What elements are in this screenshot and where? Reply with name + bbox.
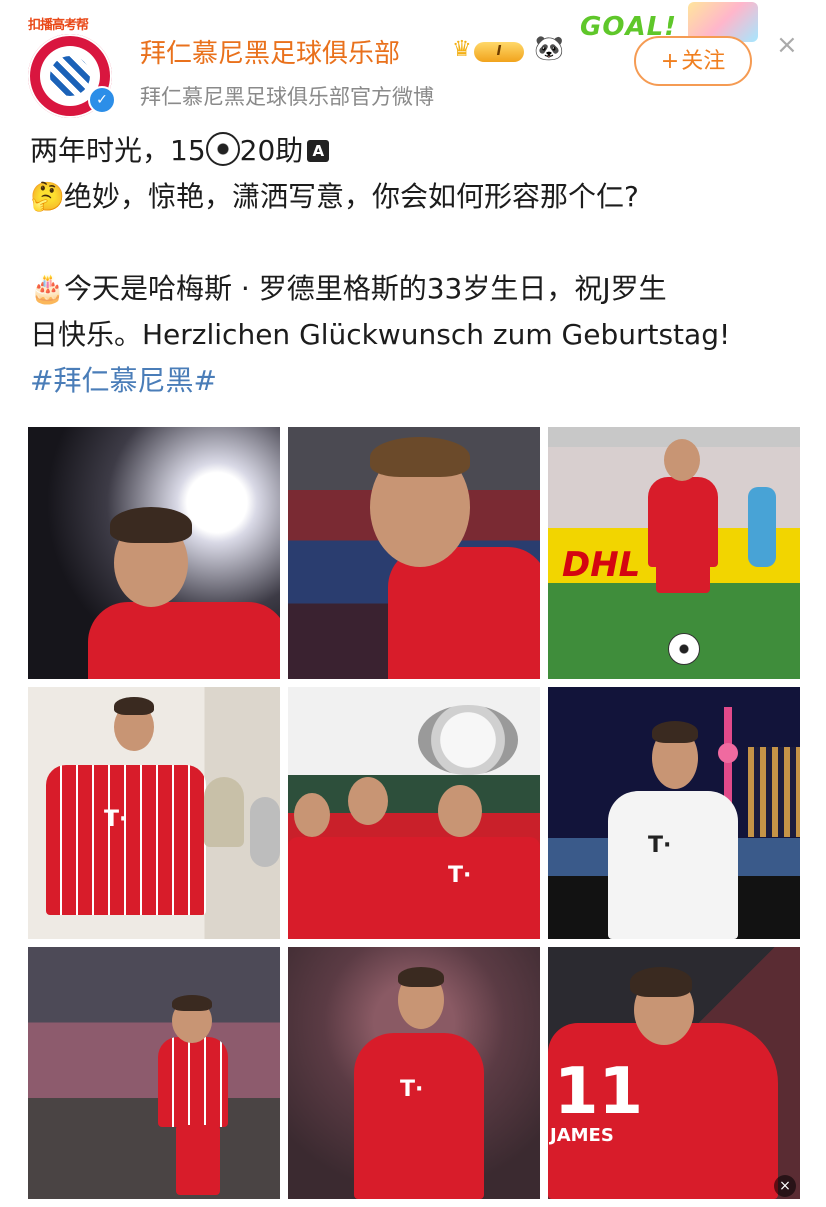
level-badge[interactable]: ♛ I [452, 36, 526, 64]
soccer-ball-icon [205, 132, 240, 166]
photo-3[interactable]: DHL [548, 427, 800, 679]
post-line-1-assists: 20助 [239, 134, 304, 167]
photo-2[interactable] [288, 427, 540, 679]
post-line-2: 🤔绝妙，惊艳，潇洒写意，你会如何形容那个仁? [30, 174, 800, 220]
thinking-face-icon: 🤔 [30, 180, 65, 213]
account-name[interactable]: 拜仁慕尼黑足球俱乐部 [140, 33, 400, 70]
photo-5[interactable]: T· [288, 687, 540, 939]
verified-badge-icon: ✓ [88, 86, 116, 114]
post-line-3-text: 今天是哈梅斯 · 罗德里格斯的33岁生日，祝J罗生 [64, 272, 667, 305]
photo-6[interactable]: T· [548, 687, 800, 939]
close-icon[interactable]: × [776, 30, 798, 60]
photo-grid: DHL T· T· T· T· 11 JAMES × [28, 427, 800, 1199]
post-line-2-text: 绝妙，惊艳，潇洒写意，你会如何形容那个仁? [64, 180, 639, 213]
post-line-1: 两年时光，15 20助 A [30, 128, 800, 174]
photo-4[interactable]: T· [28, 687, 280, 939]
football-icon [668, 633, 700, 665]
photo-7[interactable] [28, 947, 280, 1199]
follow-button[interactable]: +关注 [634, 36, 752, 86]
avatar[interactable]: 扣播高考帮 ✓ [26, 14, 116, 118]
a-button-icon: A [307, 140, 330, 162]
photo-9[interactable]: 11 JAMES × [548, 947, 800, 1199]
post-line-1-text: 两年时光，15 [30, 134, 206, 167]
panda-icon: 🐼 [534, 34, 564, 62]
avatar-tag-text: 扣播高考帮 [28, 18, 89, 33]
p9-jersey-number: 11 [554, 1055, 644, 1129]
level-pill: I [474, 42, 524, 62]
p9-jersey-name: JAMES [550, 1125, 614, 1146]
birthday-cake-icon: 🎂 [30, 272, 65, 305]
follow-label: 关注 [681, 49, 726, 74]
close-mini-icon[interactable]: × [774, 1175, 796, 1197]
photo-1[interactable] [28, 427, 280, 679]
hashtag-link[interactable]: #拜仁慕尼黑# [30, 358, 217, 404]
account-description: 拜仁慕尼黑足球俱乐部官方微博 [140, 85, 434, 109]
plus-icon: + [660, 49, 680, 74]
photo-8[interactable]: T· [288, 947, 540, 1199]
post-line-3: 🎂今天是哈梅斯 · 罗德里格斯的33岁生日，祝J罗生 [30, 266, 800, 312]
post-line-4: 日快乐。Herzlichen Glückwunsch zum Geburtsta… [30, 318, 731, 351]
meisterschale-icon [418, 705, 518, 775]
